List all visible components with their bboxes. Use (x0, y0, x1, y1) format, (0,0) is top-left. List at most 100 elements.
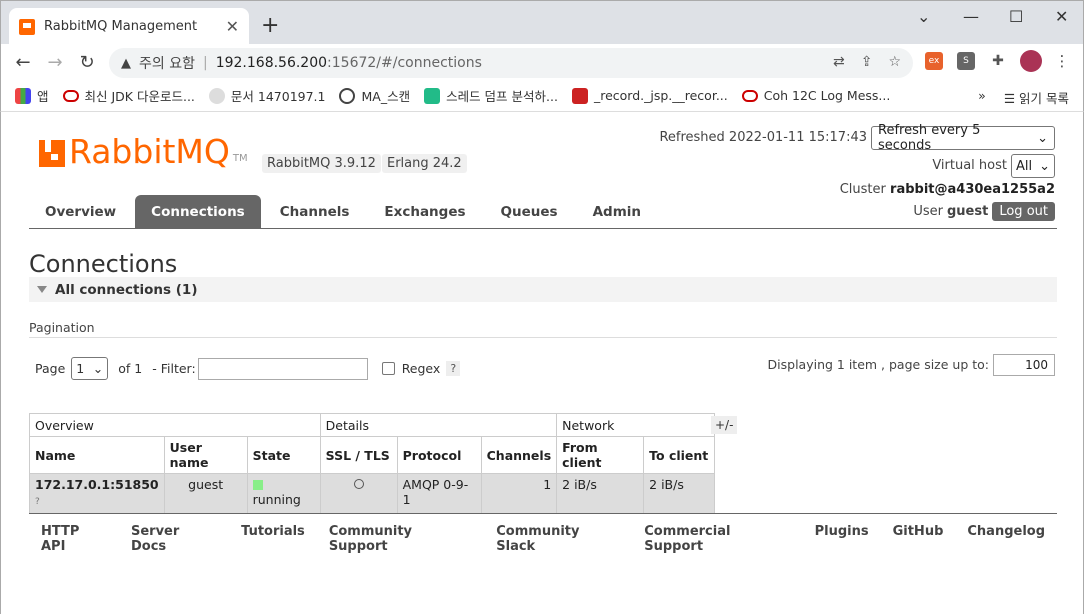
bookmark-label: 최신 JDK 다운로드... (84, 89, 195, 104)
d2-icon (424, 87, 441, 104)
rabbitmq-logo-icon (39, 140, 65, 167)
cell-state: running (246, 473, 321, 514)
bookmark-star-icon[interactable]: ☆ (888, 54, 901, 70)
section-title: All connections (1) (55, 281, 198, 298)
footer-server-docs[interactable]: Server Docs (131, 524, 217, 554)
footer-plugins[interactable]: Plugins (815, 524, 869, 554)
bookmark-label: _record._jsp.__recor... (593, 88, 728, 103)
regex-label: Regex (401, 361, 441, 376)
bookmark-record-jsp[interactable]: _record._jsp.__recor... (571, 87, 728, 104)
col-protocol[interactable]: Protocol (396, 436, 482, 474)
bookmark-ma-scan[interactable]: MA_스캔 (339, 86, 410, 105)
page-count: of 1 (118, 361, 143, 376)
chevron-down-icon: ⌄ (1037, 130, 1048, 146)
browser-tabstrip: RabbitMQ Management ✕ + ⌄ — ☐ ✕ (0, 0, 1084, 45)
translate-icon[interactable]: ⇄ (833, 54, 845, 70)
virtual-host-select[interactable]: All ⌄ (1011, 154, 1055, 178)
col-to-client[interactable]: To client (643, 436, 716, 474)
col-user-name[interactable]: User name (163, 436, 248, 474)
tab-overview[interactable]: Overview (29, 195, 132, 228)
oracle-icon (62, 89, 79, 102)
footer-tutorials[interactable]: Tutorials (241, 524, 305, 554)
bookmark-coh-log[interactable]: Coh 12C Log Mess... (741, 88, 891, 103)
col-channels[interactable]: Channels (480, 436, 558, 474)
refresh-interval-select[interactable]: Refresh every 5 seconds ⌄ (871, 123, 1055, 153)
tab-title: RabbitMQ Management (44, 19, 198, 34)
filter-input[interactable] (197, 357, 368, 380)
bookmarks-more-icon[interactable]: » (978, 88, 986, 107)
column-toggle-button[interactable]: +/- (711, 416, 738, 434)
tab-search-icon[interactable]: ⌄ (917, 7, 930, 26)
tab-channels[interactable]: Channels (264, 195, 366, 228)
displaying-text: Displaying 1 item , page size up to: (767, 357, 989, 372)
url-path: :15672/#/connections (327, 55, 482, 71)
bookmark-label: MA_스캔 (361, 89, 411, 104)
cell-channels: 1 (480, 473, 558, 514)
regex-help-icon[interactable]: ? (446, 361, 461, 376)
state-text: running (252, 492, 301, 507)
rabbitmq-logo[interactable]: RabbitMQ TM (39, 132, 248, 171)
footer-community-support[interactable]: Community Support (329, 524, 472, 554)
pagination-divider (29, 337, 1057, 338)
tab-admin[interactable]: Admin (577, 195, 657, 228)
all-connections-toggle[interactable]: All connections (1) (29, 277, 1057, 302)
cell-name: 172.17.0.1:51850 ? (29, 473, 165, 514)
col-ssl-tls[interactable]: SSL / TLS (319, 436, 398, 474)
tab-queues[interactable]: Queues (485, 195, 574, 228)
minimize-button[interactable]: — (963, 7, 979, 26)
profile-avatar[interactable] (1020, 50, 1042, 72)
pagination-controls: Page 1 ⌄ of 1 - Filter: Regex ? (35, 357, 461, 380)
page-select-value: 1 (76, 361, 85, 376)
page-label: Page (35, 361, 66, 376)
extensions-puzzle-icon[interactable]: ✚ (989, 52, 1007, 70)
footer-http-api[interactable]: HTTP API (41, 524, 107, 554)
security-warning-text: 주의 요함 (139, 56, 195, 72)
forward-icon[interactable]: → (39, 52, 71, 73)
refreshed-timestamp: Refreshed 2022-01-11 15:17:43 (659, 130, 867, 145)
bookmark-label: Coh 12C Log Mess... (763, 88, 891, 103)
main-nav: Overview Connections Channels Exchanges … (29, 195, 1057, 229)
bookmark-doc[interactable]: 문서 1470197.1 (208, 86, 325, 105)
regex-checkbox[interactable] (381, 362, 395, 375)
logo-text: RabbitMQ (69, 132, 230, 171)
bookmark-apps[interactable]: 앱 (15, 86, 49, 105)
rabbitmq-page: RabbitMQ TM RabbitMQ 3.9.12 Erlang 24.2 … (0, 112, 1084, 614)
footer-community-slack[interactable]: Community Slack (496, 524, 620, 554)
new-tab-button[interactable]: + (261, 13, 279, 38)
menu-kebab-icon[interactable]: ⋮ (1053, 52, 1071, 70)
extension-ex-icon[interactable]: ex (925, 52, 943, 70)
bookmark-thread-dump[interactable]: 스레드 덤프 분석하... (424, 86, 558, 105)
close-window-button[interactable]: ✕ (1055, 7, 1068, 26)
tab-exchanges[interactable]: Exchanges (368, 195, 481, 228)
extension-s-icon[interactable]: S (957, 52, 975, 70)
col-state[interactable]: State (246, 436, 321, 474)
connection-link[interactable]: 172.17.0.1:51850 (35, 477, 159, 492)
col-name[interactable]: Name (29, 436, 165, 474)
tab-close-icon[interactable]: ✕ (226, 17, 239, 36)
reading-list-button[interactable]: ☰ 읽기 목록 (1004, 88, 1069, 107)
ssl-off-icon (353, 479, 364, 489)
pagination-label: Pagination (29, 320, 95, 335)
footer-changelog[interactable]: Changelog (967, 524, 1045, 554)
page-select[interactable]: 1 ⌄ (71, 357, 109, 380)
group-details: Details (319, 413, 558, 437)
cell-ssl (319, 473, 398, 514)
share-icon[interactable]: ⇪ (861, 54, 873, 70)
red-t-icon (571, 87, 588, 104)
reload-icon[interactable]: ↻ (71, 52, 103, 73)
tab-connections[interactable]: Connections (135, 195, 261, 228)
bookmark-jdk[interactable]: 최신 JDK 다운로드... (62, 86, 195, 105)
maximize-button[interactable]: ☐ (1009, 7, 1023, 26)
warning-icon[interactable]: ▲ (121, 56, 131, 71)
page-size-input[interactable]: 100 (993, 354, 1055, 376)
browser-tab[interactable]: RabbitMQ Management ✕ (9, 8, 249, 45)
filter-label: - Filter: (152, 361, 196, 376)
footer-commercial-support[interactable]: Commercial Support (644, 524, 790, 554)
collapse-triangle-icon (37, 286, 47, 293)
footer-github[interactable]: GitHub (893, 524, 944, 554)
back-icon[interactable]: ← (7, 52, 39, 73)
address-bar[interactable]: ▲ 주의 요함 | 192.168.56.200:15672/#/connect… (109, 48, 913, 78)
col-from-client[interactable]: From client (556, 436, 645, 474)
page-title: Connections (29, 250, 178, 278)
bookmark-label: 앱 (37, 89, 49, 104)
